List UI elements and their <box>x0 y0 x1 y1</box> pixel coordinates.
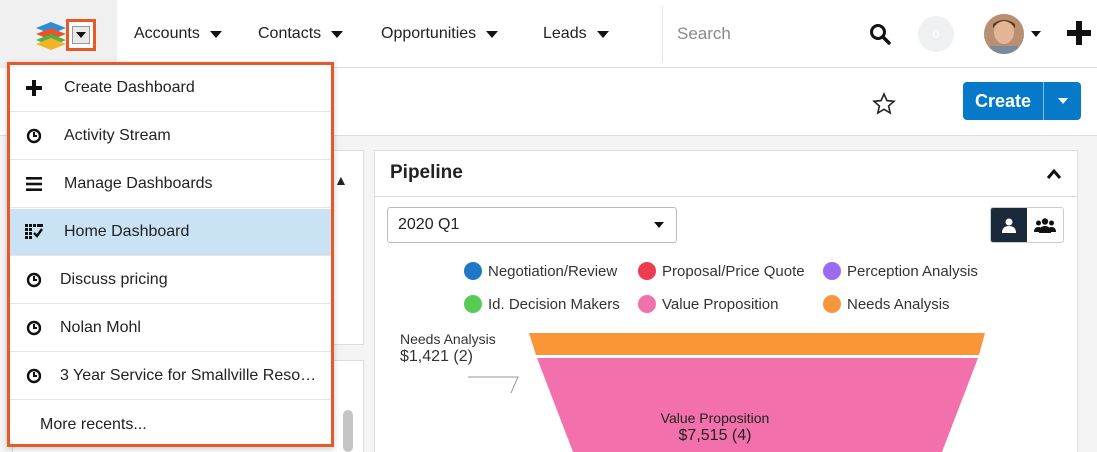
legend-label: Proposal/Price Quote <box>662 262 805 280</box>
team-pipeline-toggle[interactable] <box>1027 208 1063 242</box>
period-select-value: 2020 Q1 <box>398 216 460 233</box>
funnel-stage-value: $7,515 (4) <box>678 427 752 444</box>
funnel-stage-name: Needs Analysis <box>400 331 496 347</box>
funnel-segment-needs-analysis[interactable] <box>529 333 985 355</box>
legend-item[interactable]: Negotiation/Review <box>464 262 617 280</box>
create-button[interactable]: Create <box>963 82 1081 120</box>
search-input[interactable] <box>677 24 857 44</box>
funnel-stage-label: Needs Analysis $1,421 (2) <box>400 331 496 365</box>
funnel-stage-value: $1,421 (2) <box>400 348 473 365</box>
hamburger-icon <box>10 177 54 191</box>
create-button-label: Create <box>974 90 1032 111</box>
quick-create-plus-icon[interactable] <box>1064 18 1094 48</box>
notification-count: 0 <box>932 27 940 41</box>
chevron-down-icon[interactable] <box>1031 31 1041 37</box>
user-icon <box>1002 218 1016 233</box>
menu-item-home-dashboard[interactable]: Home Dashboard <box>10 209 331 256</box>
legend-label: Value Proposition <box>662 295 779 313</box>
logo-menu-toggle-button[interactable] <box>66 19 96 51</box>
nav-tab-label: Contacts <box>258 25 322 42</box>
clock-icon <box>10 320 54 336</box>
legend-dot <box>638 262 656 280</box>
menu-item-label: Activity Stream <box>64 127 171 144</box>
menu-item-recent[interactable]: Discuss pricing <box>10 257 331 304</box>
favorite-star-icon[interactable] <box>872 92 896 116</box>
legend-dot <box>464 295 482 313</box>
group-icon <box>1034 218 1056 233</box>
legend-item[interactable]: Value Proposition <box>638 295 778 313</box>
global-search <box>662 6 902 62</box>
menu-item-activity-stream[interactable]: Activity Stream <box>10 113 331 160</box>
legend-item[interactable]: Id. Decision Makers <box>464 295 620 313</box>
legend-dot <box>638 295 656 313</box>
chevron-up-icon[interactable] <box>1046 168 1062 180</box>
menu-item-create-dashboard[interactable]: Create Dashboard <box>10 65 331 112</box>
dashboard-icon <box>10 224 54 240</box>
clock-icon <box>10 368 54 384</box>
period-select[interactable]: 2020 Q1 <box>387 207 677 243</box>
nav-tab-accounts[interactable]: Accounts <box>134 22 222 46</box>
chevron-down-icon[interactable] <box>486 30 499 38</box>
notifications-badge[interactable]: 0 <box>918 16 954 52</box>
legend-label: Perception Analysis <box>847 262 978 280</box>
divider <box>375 196 1077 197</box>
funnel-leader-line <box>468 376 519 394</box>
dashboard-menu-dropdown: Create Dashboard Activity Stream Manage … <box>7 62 334 447</box>
pipeline-title: Pipeline <box>390 162 463 183</box>
nav-tab-contacts[interactable]: Contacts <box>258 22 344 46</box>
menu-item-label: Nolan Mohl <box>60 319 141 336</box>
menu-item-recent[interactable]: Nolan Mohl <box>10 305 331 352</box>
nav-tab-opportunities[interactable]: Opportunities <box>381 22 499 46</box>
menu-item-label: Manage Dashboards <box>64 175 213 192</box>
legend-dot <box>823 295 841 313</box>
clock-icon <box>10 272 54 288</box>
nav-tab-label: Opportunities <box>381 25 477 42</box>
user-photo-icon <box>984 14 1024 54</box>
plus-icon <box>10 80 54 96</box>
legend-label: Negotiation/Review <box>488 262 618 280</box>
funnel-stage-name: Value Proposition <box>660 410 770 426</box>
nav-tab-leads[interactable]: Leads <box>543 22 609 46</box>
legend-label: Id. Decision Makers <box>488 295 620 313</box>
view-toggle-group <box>990 207 1064 243</box>
menu-item-label: Create Dashboard <box>64 79 195 96</box>
menu-item-manage-dashboards[interactable]: Manage Dashboards <box>10 161 331 208</box>
dashlet-scrollbar[interactable] <box>343 410 353 452</box>
chevron-down-icon[interactable] <box>596 30 609 38</box>
legend-item[interactable]: Perception Analysis <box>823 262 978 280</box>
user-avatar[interactable] <box>984 14 1024 54</box>
legend-dot <box>464 262 482 280</box>
legend-label: Needs Analysis <box>847 295 950 313</box>
menu-item-label: Discuss pricing <box>60 271 168 288</box>
chevron-down-icon <box>76 32 86 38</box>
nav-tab-label: Accounts <box>134 25 200 42</box>
menu-item-label: Home Dashboard <box>64 223 190 240</box>
menu-item-label: 3 Year Service for Smallville Resour... <box>60 367 324 384</box>
chevron-up-icon[interactable]: ▲ <box>334 172 348 188</box>
menu-item-more-recents[interactable]: More recents... <box>10 401 331 448</box>
chevron-down-icon <box>1057 98 1068 104</box>
legend-item[interactable]: Proposal/Price Quote <box>638 262 805 280</box>
nav-tab-label: Leads <box>543 25 587 42</box>
chevron-down-icon[interactable] <box>331 30 344 38</box>
menu-item-recent[interactable]: 3 Year Service for Smallville Resour... <box>10 353 331 400</box>
clock-icon <box>10 128 54 144</box>
funnel-stage-label: Value Proposition $7,515 (4) <box>640 410 790 444</box>
create-dropdown-toggle[interactable] <box>1044 98 1081 104</box>
legend-dot <box>823 262 841 280</box>
legend-item[interactable]: Needs Analysis <box>823 295 950 313</box>
chevron-down-icon[interactable] <box>209 30 222 38</box>
search-icon[interactable] <box>868 22 892 46</box>
my-pipeline-toggle[interactable] <box>991 208 1027 242</box>
menu-item-label: More recents... <box>40 415 147 433</box>
chevron-down-icon <box>654 222 664 228</box>
app-logo-icon[interactable] <box>34 20 68 50</box>
